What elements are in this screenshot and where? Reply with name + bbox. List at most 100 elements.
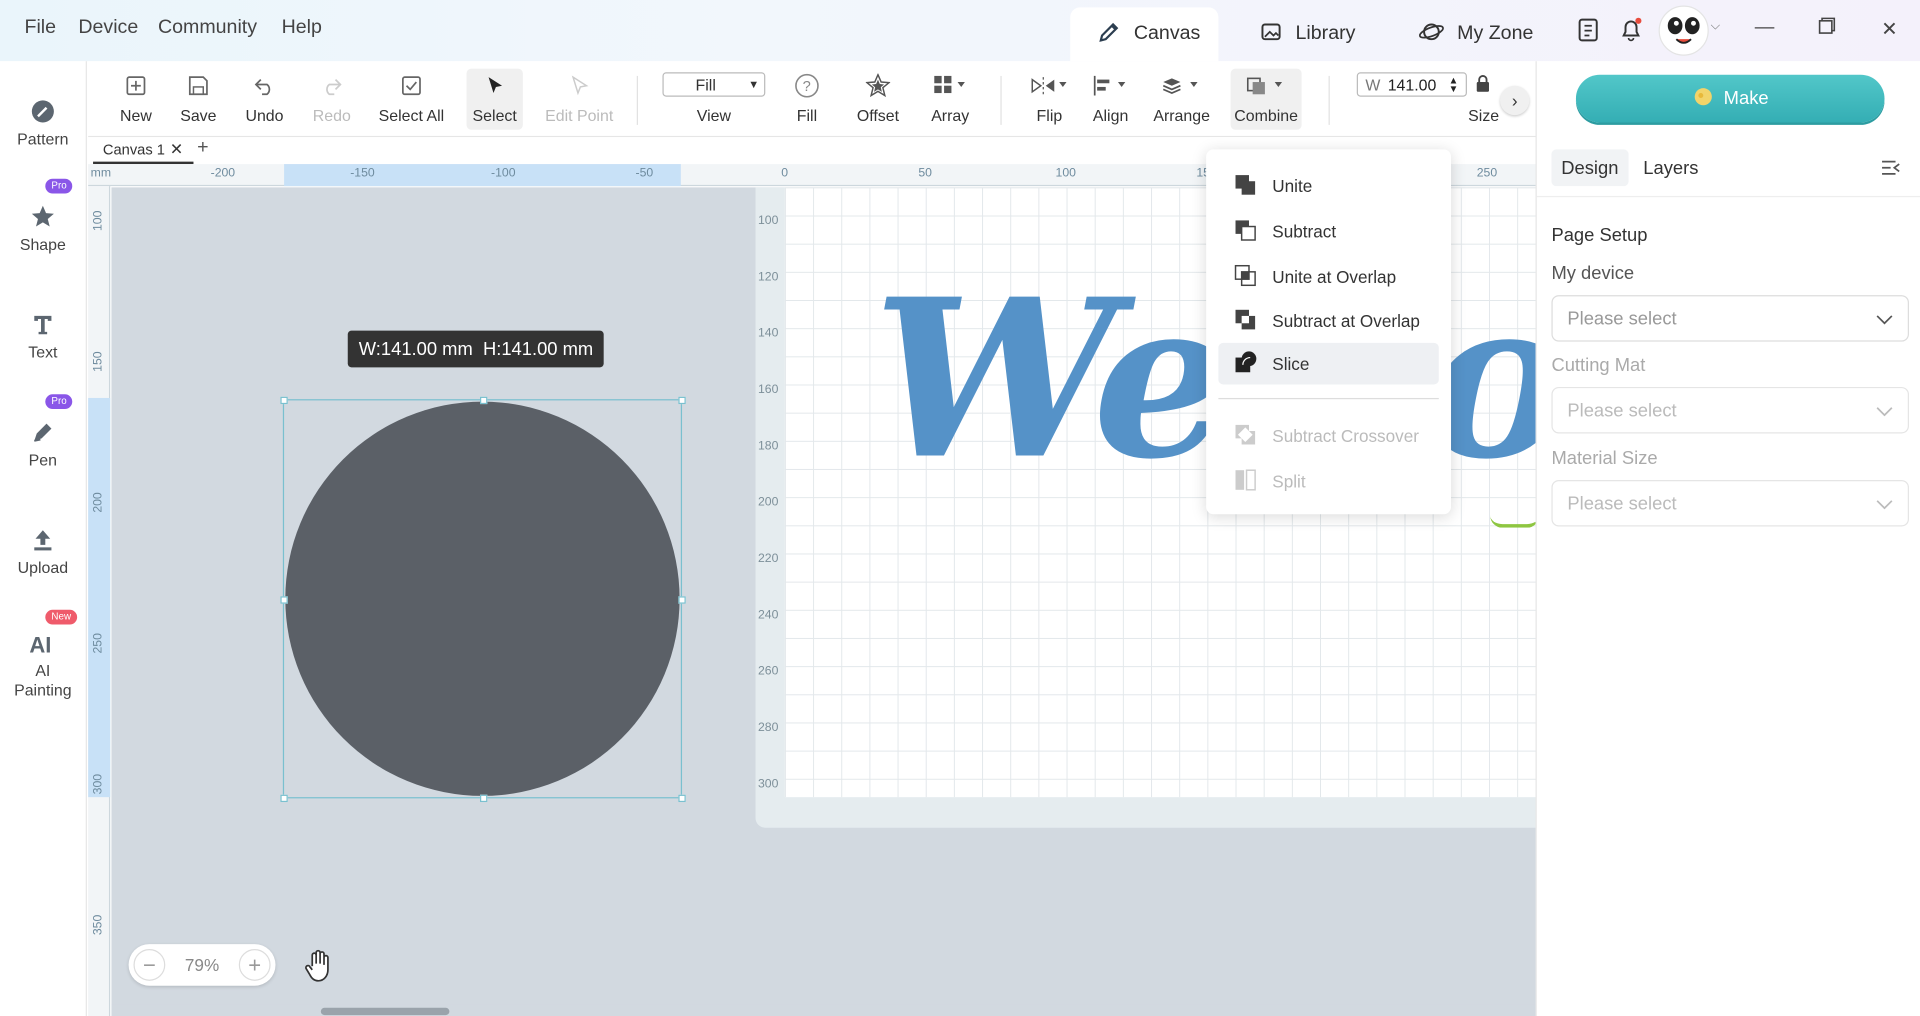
text-icon: [29, 304, 56, 338]
minimize-icon[interactable]: —: [1750, 17, 1779, 39]
tab-design-label: Design: [1561, 157, 1619, 179]
menu-help[interactable]: Help: [282, 17, 322, 39]
resize-handle[interactable]: [480, 396, 488, 405]
fill-type-select[interactable]: Fill ▼: [662, 72, 766, 97]
select-placeholder: Please select: [1567, 399, 1677, 421]
menu-divider: [1218, 397, 1439, 400]
bell-icon[interactable]: [1618, 16, 1645, 49]
align-button[interactable]: Align: [1090, 69, 1132, 130]
sidebar-label: Shape: [19, 235, 66, 254]
selection-box[interactable]: [280, 396, 686, 803]
tab-design[interactable]: Design: [1551, 149, 1629, 187]
horizontal-scrollbar-thumb[interactable]: [320, 1007, 450, 1016]
fill-button[interactable]: ? Fill: [789, 69, 826, 130]
chevron-down-icon: [1876, 308, 1893, 329]
arrange-button[interactable]: Arrange: [1151, 69, 1212, 130]
mat-number: 160: [757, 383, 779, 397]
collapse-panel-icon[interactable]: [1881, 159, 1901, 182]
material-size-select[interactable]: Please select: [1551, 480, 1909, 527]
sidebar-item-text[interactable]: Text: [0, 304, 86, 363]
sidebar-item-shape[interactable]: Pro Shape: [0, 178, 86, 255]
avatar[interactable]: [1658, 5, 1709, 63]
combine-button[interactable]: Combine: [1230, 68, 1302, 130]
restore-icon[interactable]: [1812, 17, 1841, 40]
zoom-out-button[interactable]: −: [133, 948, 166, 981]
circle-shape[interactable]: [285, 401, 680, 796]
sidebar-item-pen[interactable]: Pro Pen: [0, 394, 86, 470]
svg-text:?: ?: [803, 79, 811, 95]
save-button[interactable]: Save: [176, 69, 220, 130]
menu-community[interactable]: Community: [158, 17, 257, 39]
hand-pan-icon[interactable]: [302, 949, 334, 989]
clipboard-icon[interactable]: [1575, 16, 1602, 49]
resize-handle[interactable]: [280, 794, 288, 803]
fill-type-value: Fill: [695, 75, 716, 94]
sidebar-item-ai-painting[interactable]: New AI AI Painting: [0, 609, 86, 700]
zoom-in-button[interactable]: +: [238, 948, 271, 981]
select-all-button[interactable]: Select All: [377, 69, 446, 130]
edit-point-button[interactable]: Edit Point: [541, 69, 617, 130]
close-icon[interactable]: ✕: [1875, 17, 1904, 41]
menu-item-slice[interactable]: Slice: [1218, 342, 1439, 385]
sidebar-item-pattern[interactable]: Pattern: [0, 91, 86, 150]
canvas-document-tab[interactable]: Canvas 1 ✕: [93, 137, 193, 165]
menu-item-subtract-crossover[interactable]: Subtract Crossover: [1218, 415, 1438, 457]
menu-file[interactable]: File: [24, 17, 56, 39]
resize-handle[interactable]: [480, 794, 488, 803]
add-canvas-icon[interactable]: +: [197, 137, 208, 159]
new-badge: New: [45, 609, 78, 625]
array-button[interactable]: Array: [928, 69, 972, 130]
close-tab-icon[interactable]: ✕: [170, 140, 183, 160]
width-input[interactable]: W 141.00 ▲ ▼: [1356, 72, 1467, 97]
ruler-selection-range: [284, 164, 681, 187]
planet-icon: [1418, 19, 1445, 50]
flip-button[interactable]: Flip: [1029, 69, 1071, 130]
tab-canvas[interactable]: Canvas: [1070, 7, 1219, 62]
undo-label: Undo: [245, 106, 284, 125]
size-label: Size: [1468, 106, 1500, 125]
undo-button[interactable]: Undo: [240, 69, 289, 130]
resize-handle[interactable]: [280, 596, 288, 604]
sidebar-label: Pattern: [17, 129, 69, 149]
zoom-level: 79%: [184, 955, 220, 975]
ruler-tick-label: 350: [91, 914, 106, 936]
lock-icon[interactable]: [1476, 75, 1491, 98]
resize-handle[interactable]: [678, 794, 686, 803]
menu-item-unite[interactable]: Unite: [1218, 165, 1438, 207]
resize-handle[interactable]: [678, 396, 686, 405]
menu-device[interactable]: Device: [78, 17, 138, 39]
offset-button[interactable]: Offset: [855, 69, 902, 130]
resize-handle[interactable]: [678, 596, 686, 604]
redo-button[interactable]: Redo: [311, 69, 353, 130]
cutting-mat-select[interactable]: Please select: [1551, 386, 1909, 434]
page-setup-heading: Page Setup: [1551, 225, 1648, 247]
tab-library[interactable]: Library: [1232, 7, 1382, 61]
menu-item-subtract-at-overlap[interactable]: Subtract at Overlap: [1218, 300, 1438, 342]
new-label: New: [119, 106, 152, 125]
make-button[interactable]: Make: [1575, 74, 1885, 123]
menu-item-label: Unite at Overlap: [1272, 266, 1397, 287]
menu-item-unite-at-overlap[interactable]: Unite at Overlap: [1218, 256, 1438, 298]
tab-my-zone[interactable]: My Zone: [1391, 7, 1560, 61]
chevron-right-icon[interactable]: ›: [1500, 85, 1530, 116]
my-device-select[interactable]: Please select: [1551, 295, 1909, 342]
menu-item-split[interactable]: Split: [1218, 460, 1438, 502]
select-tool-button[interactable]: Select: [466, 68, 523, 130]
ruler-tick-label: 100: [91, 210, 106, 232]
stepper-icon[interactable]: ▲ ▼: [1449, 75, 1459, 93]
resize-handle[interactable]: [280, 396, 288, 405]
sidebar-item-upload[interactable]: Upload: [0, 519, 86, 578]
right-panel: Make Design Layers Page Setup My device …: [1535, 61, 1920, 1016]
select-all-icon: [400, 72, 422, 99]
pro-badge: Pro: [45, 178, 73, 194]
toolbar-divider: [1328, 75, 1330, 125]
menu-item-subtract[interactable]: Subtract: [1218, 211, 1438, 253]
subtract-overlap-icon: [1233, 307, 1257, 335]
new-button[interactable]: New: [115, 69, 157, 130]
canvas-icon: [1097, 19, 1121, 50]
zoom-control: − 79% +: [128, 944, 276, 986]
tab-layers[interactable]: Layers: [1633, 149, 1708, 186]
mat-number: 120: [757, 270, 779, 285]
chevron-down-icon[interactable]: ⌵: [1711, 20, 1720, 33]
pen-icon: [29, 411, 56, 445]
